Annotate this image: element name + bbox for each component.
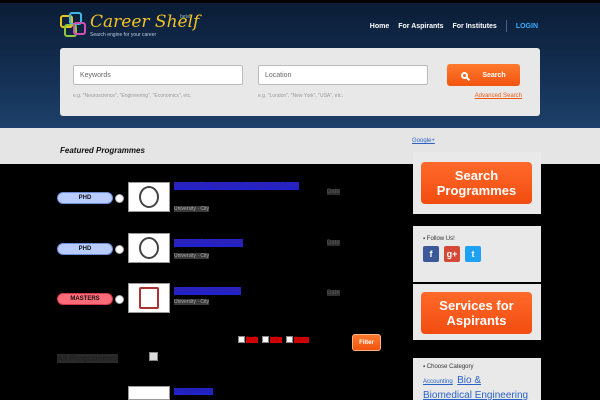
category-link[interactable]: Biomedical Engineering (423, 390, 528, 400)
category-box: ▪ Choose Category Accounting Bio & Biome… (413, 358, 541, 400)
search-button[interactable]: Search (447, 64, 520, 86)
twitter-icon[interactable]: t (465, 246, 481, 262)
university-logo (128, 233, 170, 263)
keywords-hint: e.g. "Neuroscience", "Engineering", "Eco… (73, 93, 192, 99)
search-programmes-box: Search Programmes (413, 152, 541, 214)
logo[interactable]: Career Shelf beta Search engine for your… (60, 12, 210, 46)
services-box: Services for Aspirants (413, 284, 541, 340)
university-logo (128, 182, 170, 212)
featured-title: Featured Programmes (60, 146, 145, 155)
logo-tagline: Search engine for your career (90, 32, 157, 38)
programme-meta: University · City (174, 253, 210, 259)
university-logo (128, 386, 170, 400)
facebook-icon[interactable]: f (423, 246, 439, 262)
university-logo (128, 283, 170, 313)
keywords-input[interactable]: Keywords (73, 65, 243, 85)
programme-meta: University · City (174, 299, 210, 305)
filter-label-phd: PhD (246, 336, 258, 343)
shortlist-icon[interactable] (115, 245, 124, 254)
login-link[interactable]: LOGIN (516, 23, 538, 30)
rss-icon[interactable] (149, 352, 158, 361)
programme-row: MASTERS Masters Programme University · C… (57, 283, 387, 313)
nav-separator (505, 20, 507, 32)
search-icon (461, 71, 469, 79)
degree-badge: MASTERS (57, 293, 113, 305)
google-plus-link[interactable]: Google+ (412, 138, 435, 144)
filter-button[interactable]: Filter (352, 334, 381, 351)
all-programmes-heading: All Programmes (57, 354, 119, 363)
filter-checkbox-other[interactable] (285, 336, 293, 343)
shortlist-icon[interactable] (115, 295, 124, 304)
programme-date: Date (327, 240, 340, 246)
degree-badge: PHD (57, 192, 113, 204)
google-plus-icon[interactable]: g+ (444, 246, 460, 262)
top-strip (0, 0, 600, 3)
nav-for-aspirants[interactable]: For Aspirants (398, 23, 443, 30)
category-link[interactable]: Accounting (423, 379, 453, 385)
filter-label-other: Other (293, 336, 309, 343)
search-programmes-button[interactable]: Search Programmes (421, 162, 532, 204)
nav-home[interactable]: Home (370, 23, 389, 30)
filter-bar: PhD MSc Other (238, 336, 313, 343)
logo-icon (60, 12, 88, 42)
nav-for-institutes[interactable]: For Institutes (452, 23, 496, 30)
search-panel: Keywords e.g. "Neuroscience", "Engineeri… (60, 48, 540, 116)
degree-badge: PHD (57, 243, 113, 255)
follow-box: ▪ Follow Us! f g+ t (413, 226, 541, 282)
social-links: f g+ t (423, 246, 486, 262)
programme-title[interactable]: Doctoral Programme (174, 239, 244, 247)
top-nav: Home For Aspirants For Institutes LOGIN (361, 20, 538, 32)
programme-title[interactable]: Programme (174, 388, 213, 395)
category-link[interactable]: Bio & (457, 375, 481, 386)
advanced-search-link[interactable]: Advanced Search (475, 93, 522, 99)
location-input[interactable]: Location (258, 65, 428, 85)
logo-beta: beta (180, 14, 190, 20)
follow-label: ▪ Follow Us! (423, 236, 455, 242)
programme-title[interactable]: Masters Programme (174, 287, 242, 295)
choose-category-label: ▪ Choose Category (423, 364, 474, 370)
filter-label-msc: MSc (269, 336, 282, 343)
programme-meta: University · City (174, 206, 210, 212)
programme-row: PHD Doctoral Programme in Neuroscience U… (57, 182, 387, 212)
programme-date: Date (327, 189, 340, 195)
services-for-aspirants-button[interactable]: Services for Aspirants (421, 292, 532, 334)
category-list: Accounting Bio & Biomedical Engineering (423, 373, 535, 400)
filter-checkbox-phd[interactable] (238, 336, 245, 343)
programme-date: Date (327, 290, 340, 296)
programme-title[interactable]: Doctoral Programme in Neuroscience (174, 182, 300, 190)
search-button-label: Search (482, 71, 506, 79)
shortlist-icon[interactable] (115, 194, 124, 203)
programme-row: PHD Doctoral Programme University · City… (57, 233, 387, 263)
filter-checkbox-msc[interactable] (261, 336, 269, 343)
location-hint: e.g. "London", "New York", "USA", etc. (258, 93, 343, 99)
